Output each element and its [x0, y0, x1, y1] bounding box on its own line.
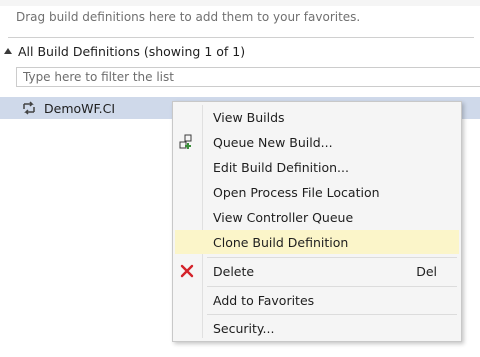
menu-item-add-to-favorites[interactable]: Add to Favorites — [175, 288, 459, 312]
section-title: All Build Definitions (showing 1 of 1) — [18, 43, 246, 59]
filter-input[interactable] — [16, 67, 480, 87]
build-definition-name: DemoWF.CI — [44, 100, 116, 116]
menu-item-open-process-file-location[interactable]: Open Process File Location — [175, 180, 459, 204]
menu-separator — [207, 257, 457, 258]
menu-item-view-controller-queue[interactable]: View Controller Queue — [175, 205, 459, 229]
menu-item-delete[interactable]: Delete Del — [175, 259, 459, 283]
menu-item-view-builds[interactable]: View Builds — [175, 105, 459, 129]
all-build-definitions-header[interactable]: All Build Definitions (showing 1 of 1) — [4, 41, 245, 61]
menu-separator — [207, 286, 457, 287]
top-bar — [0, 0, 480, 6]
menu-item-security[interactable]: Security... — [175, 316, 459, 340]
delete-x-icon — [179, 263, 195, 279]
collapse-triangle-icon[interactable] — [4, 48, 12, 54]
menu-item-clone-build-definition[interactable]: Clone Build Definition — [175, 230, 459, 254]
menu-item-label: Clone Build Definition — [213, 234, 349, 250]
menu-separator — [207, 314, 457, 315]
menu-item-shortcut: Del — [416, 263, 437, 279]
context-menu: View Builds Queue New Build... Edit Buil… — [172, 101, 462, 342]
menu-item-label: View Controller Queue — [213, 209, 354, 225]
section-divider — [8, 37, 474, 38]
menu-item-label: Add to Favorites — [213, 292, 315, 308]
menu-item-label: Delete — [213, 263, 255, 279]
favorites-drop-hint: Drag build definitions here to add them … — [16, 10, 361, 24]
menu-item-label: Edit Build Definition... — [213, 159, 349, 175]
menu-item-label: Open Process File Location — [213, 184, 380, 200]
queue-build-icon — [179, 134, 195, 150]
menu-item-label: Queue New Build... — [213, 134, 333, 150]
menu-item-label: Security... — [213, 320, 275, 336]
menu-item-queue-new-build[interactable]: Queue New Build... — [175, 130, 459, 154]
menu-item-edit-build-definition[interactable]: Edit Build Definition... — [175, 155, 459, 179]
build-definition-icon — [23, 101, 35, 115]
menu-item-label: View Builds — [213, 109, 285, 125]
